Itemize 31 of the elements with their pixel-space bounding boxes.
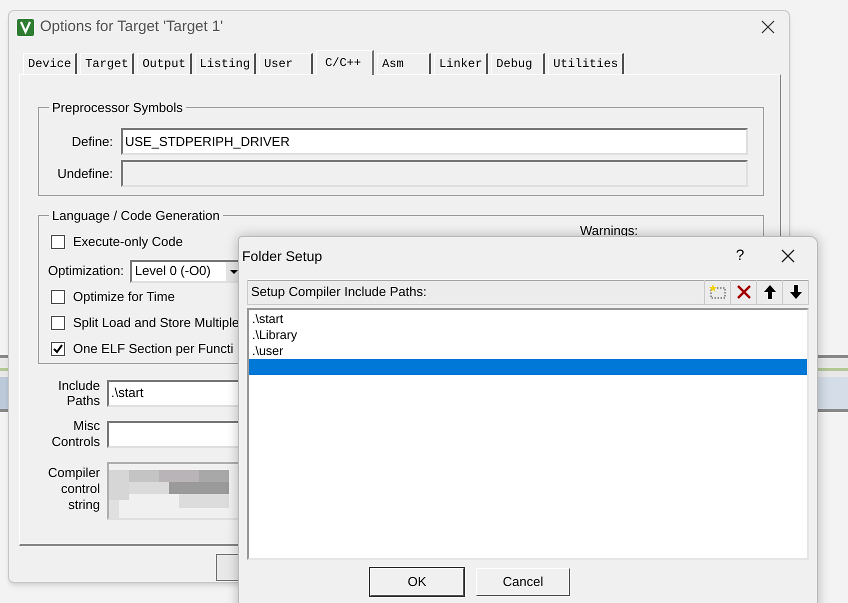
tab[interactable]: Output	[137, 53, 192, 74]
path-item[interactable]: .\user	[249, 343, 807, 359]
window-title: Options for Target 'Target 1'	[40, 16, 224, 37]
tab[interactable]: User	[259, 53, 314, 74]
help-button[interactable]: ?	[725, 244, 755, 268]
tab[interactable]: Asm	[377, 53, 432, 74]
field-label: Misc Controls	[50, 418, 100, 450]
tab[interactable]: Debug	[491, 53, 546, 74]
checkbox-label: Execute-only Code	[73, 233, 183, 252]
checkbox-label: Optimize for Time	[73, 288, 175, 306]
tab[interactable]: Device	[23, 53, 78, 74]
header-label: Setup Compiler Include Paths:	[251, 283, 428, 302]
warnings-label: Warnings:	[580, 223, 638, 238]
tab[interactable]: Linker	[434, 53, 488, 74]
tab[interactable]: C/C++	[316, 50, 374, 75]
field-label: Include Paths	[57, 378, 100, 408]
dialog-button[interactable]: OK	[370, 568, 464, 596]
checkbox-label: One ELF Section per Functi	[73, 340, 234, 358]
field-label: Undefine:	[56, 164, 113, 183]
tab[interactable]: Utilities	[548, 53, 624, 74]
checkbox-label: Split Load and Store Multiple	[73, 314, 240, 332]
field-label: Compiler control string	[46, 465, 100, 513]
field-label: Optimization:	[48, 262, 124, 280]
text-field[interactable]: USE_STDPERIPH_DRIVER	[121, 128, 748, 155]
dialog-title: Folder Setup	[242, 246, 322, 266]
field-label: Define:	[70, 132, 113, 151]
tab[interactable]: Listing	[194, 53, 256, 74]
tab[interactable]: Target	[80, 53, 134, 74]
path-item[interactable]: .\Library	[249, 327, 807, 343]
dialog-button[interactable]: Cancel	[476, 568, 570, 596]
path-item[interactable]: .\start	[249, 311, 807, 327]
